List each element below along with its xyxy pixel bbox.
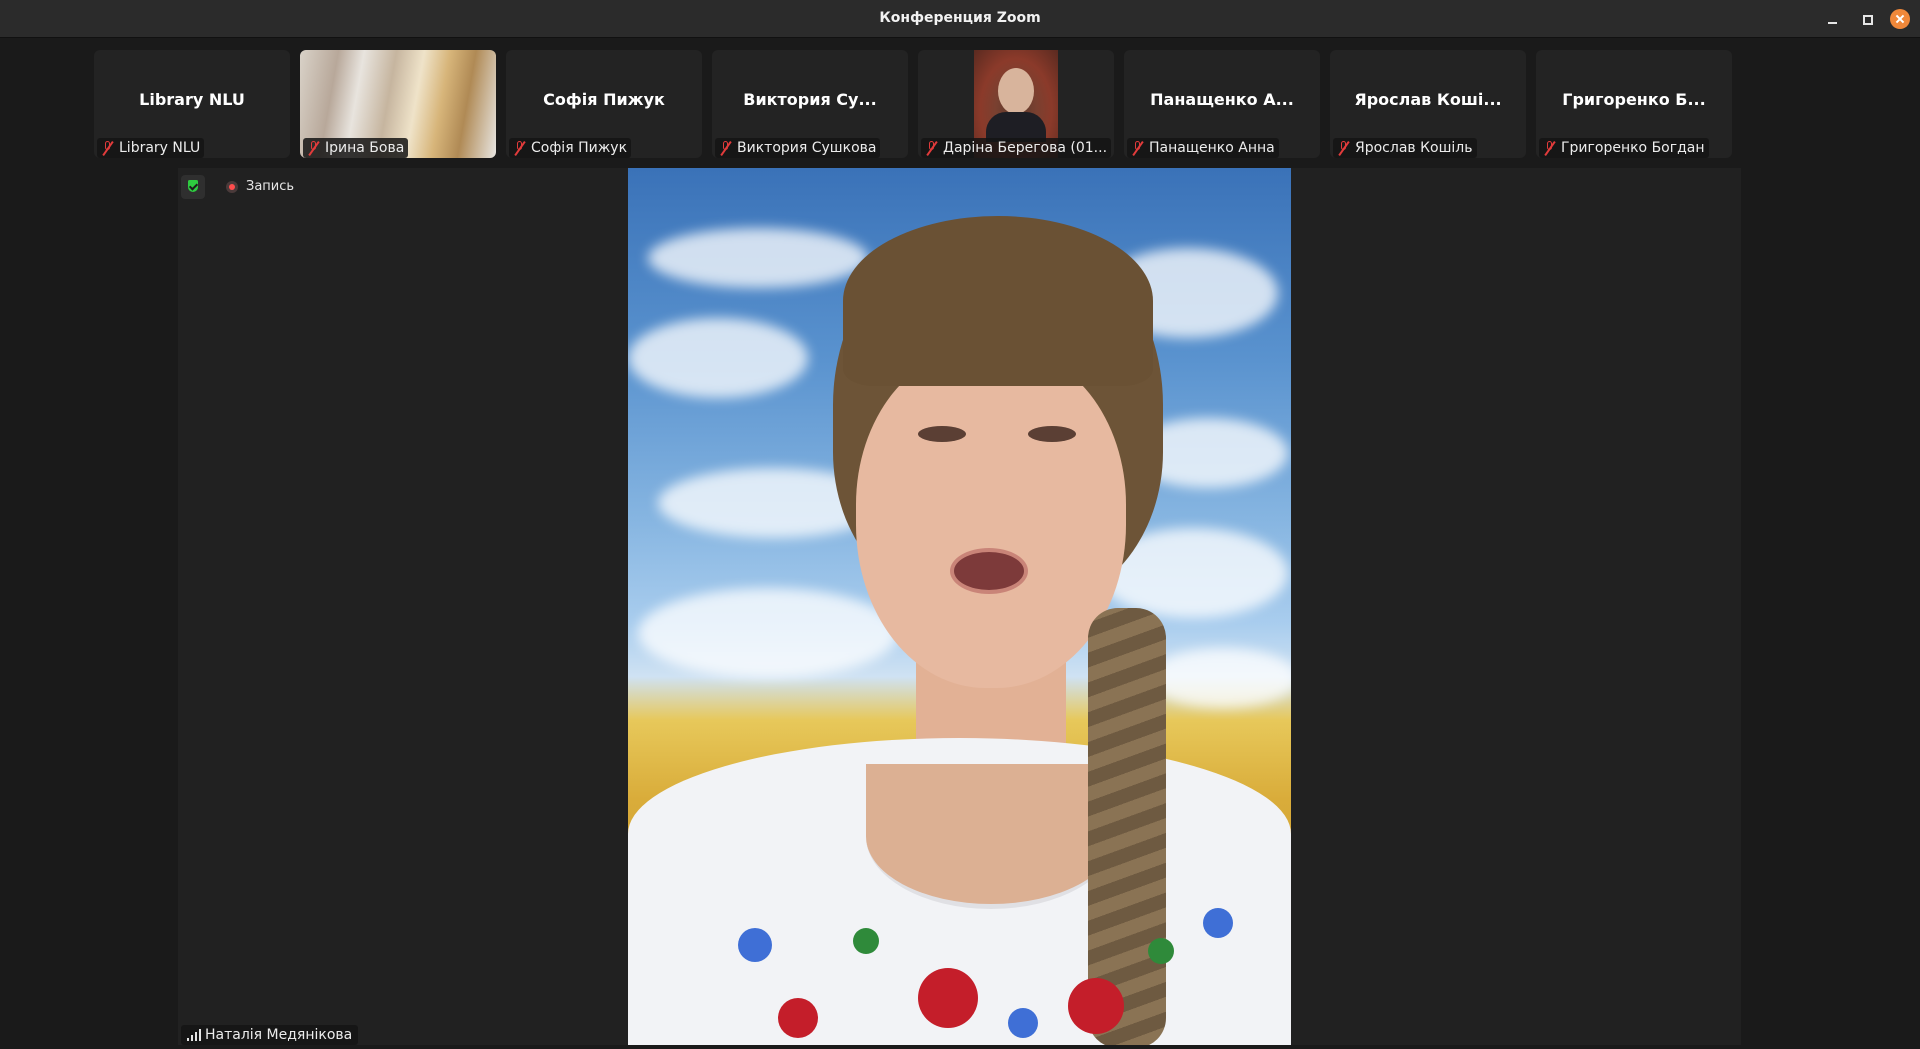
- participant-label: Виктория Сушкова: [715, 138, 881, 158]
- participant-label-text: Library NLU: [119, 140, 201, 156]
- participant-label-text: Григоренко Богдан: [1561, 140, 1705, 156]
- participant-label-text: Софія Пижук: [531, 140, 628, 156]
- participant-label-text: Дарiна Берегова (01...: [943, 140, 1108, 156]
- mic-muted-icon: [102, 141, 114, 156]
- participant-tile[interactable]: Григоренко Б... Григоренко Богдан: [1536, 50, 1732, 158]
- speaker-name: Наталія Медянікова: [205, 1027, 353, 1043]
- participant-label: Library NLU: [97, 138, 205, 158]
- minimize-icon[interactable]: [1822, 9, 1842, 29]
- maximize-icon[interactable]: [1857, 9, 1877, 29]
- participant-tile[interactable]: Ірина Бова: [300, 50, 496, 158]
- window-title: Конференция Zoom: [879, 10, 1041, 26]
- mic-muted-icon: [1338, 141, 1350, 156]
- participant-tile[interactable]: Ярослав Коші... Ярослав Кошіль: [1330, 50, 1526, 158]
- participant-label: Софія Пижук: [509, 138, 632, 158]
- participant-tile[interactable]: Library NLU Library NLU: [94, 50, 290, 158]
- participant-tile[interactable]: Виктория Су... Виктория Сушкова: [712, 50, 908, 158]
- participant-tile[interactable]: Дарiна Берегова (01...: [918, 50, 1114, 158]
- record-icon: [226, 181, 238, 193]
- participant-label-text: Ярослав Кошіль: [1355, 140, 1473, 156]
- participant-label: Григоренко Богдан: [1539, 138, 1709, 158]
- participant-name: Григоренко Б...: [1562, 90, 1706, 109]
- participant-tile[interactable]: Софія Пижук Софія Пижук: [506, 50, 702, 158]
- participant-label-text: Панащенко Анна: [1149, 140, 1275, 156]
- participant-name: Виктория Су...: [743, 90, 877, 109]
- participant-name: Library NLU: [139, 90, 245, 109]
- recording-label: Запись: [246, 179, 295, 194]
- recording-indicator[interactable]: Запись: [226, 178, 294, 196]
- zoom-window: Конференция Zoom Library NLU Library NLU…: [0, 0, 1920, 1049]
- signal-bars-icon: [187, 1029, 201, 1041]
- title-bar[interactable]: Конференция Zoom: [0, 0, 1920, 38]
- speaker-video: [628, 168, 1291, 1045]
- mic-muted-icon: [514, 141, 526, 156]
- mic-muted-icon: [308, 141, 320, 156]
- mic-muted-icon: [720, 141, 732, 156]
- mic-muted-icon: [926, 141, 938, 156]
- participant-label-text: Ірина Бова: [325, 140, 405, 156]
- speaker-label: Наталія Медянікова: [181, 1025, 359, 1045]
- mic-muted-icon: [1132, 141, 1144, 156]
- participant-name: Ярослав Коші...: [1354, 90, 1502, 109]
- participant-label: Панащенко Анна: [1127, 138, 1279, 158]
- participant-label-text: Виктория Сушкова: [737, 140, 877, 156]
- participant-label: Ярослав Кошіль: [1333, 138, 1477, 158]
- mic-muted-icon: [1544, 141, 1556, 156]
- shield-check-icon[interactable]: [181, 175, 205, 199]
- participant-tile[interactable]: Панащенко А... Панащенко Анна: [1124, 50, 1320, 158]
- main-speaker-area[interactable]: Запись Наталія Медянікова: [178, 168, 1741, 1045]
- close-icon[interactable]: [1890, 9, 1910, 29]
- participant-label: Дарiна Берегова (01...: [921, 138, 1112, 158]
- participant-name: Панащенко А...: [1150, 90, 1294, 109]
- participant-name: Софія Пижук: [543, 90, 665, 109]
- participant-label: Ірина Бова: [303, 138, 409, 158]
- participant-strip: Library NLU Library NLU Ірина Бова Софія…: [94, 50, 1734, 158]
